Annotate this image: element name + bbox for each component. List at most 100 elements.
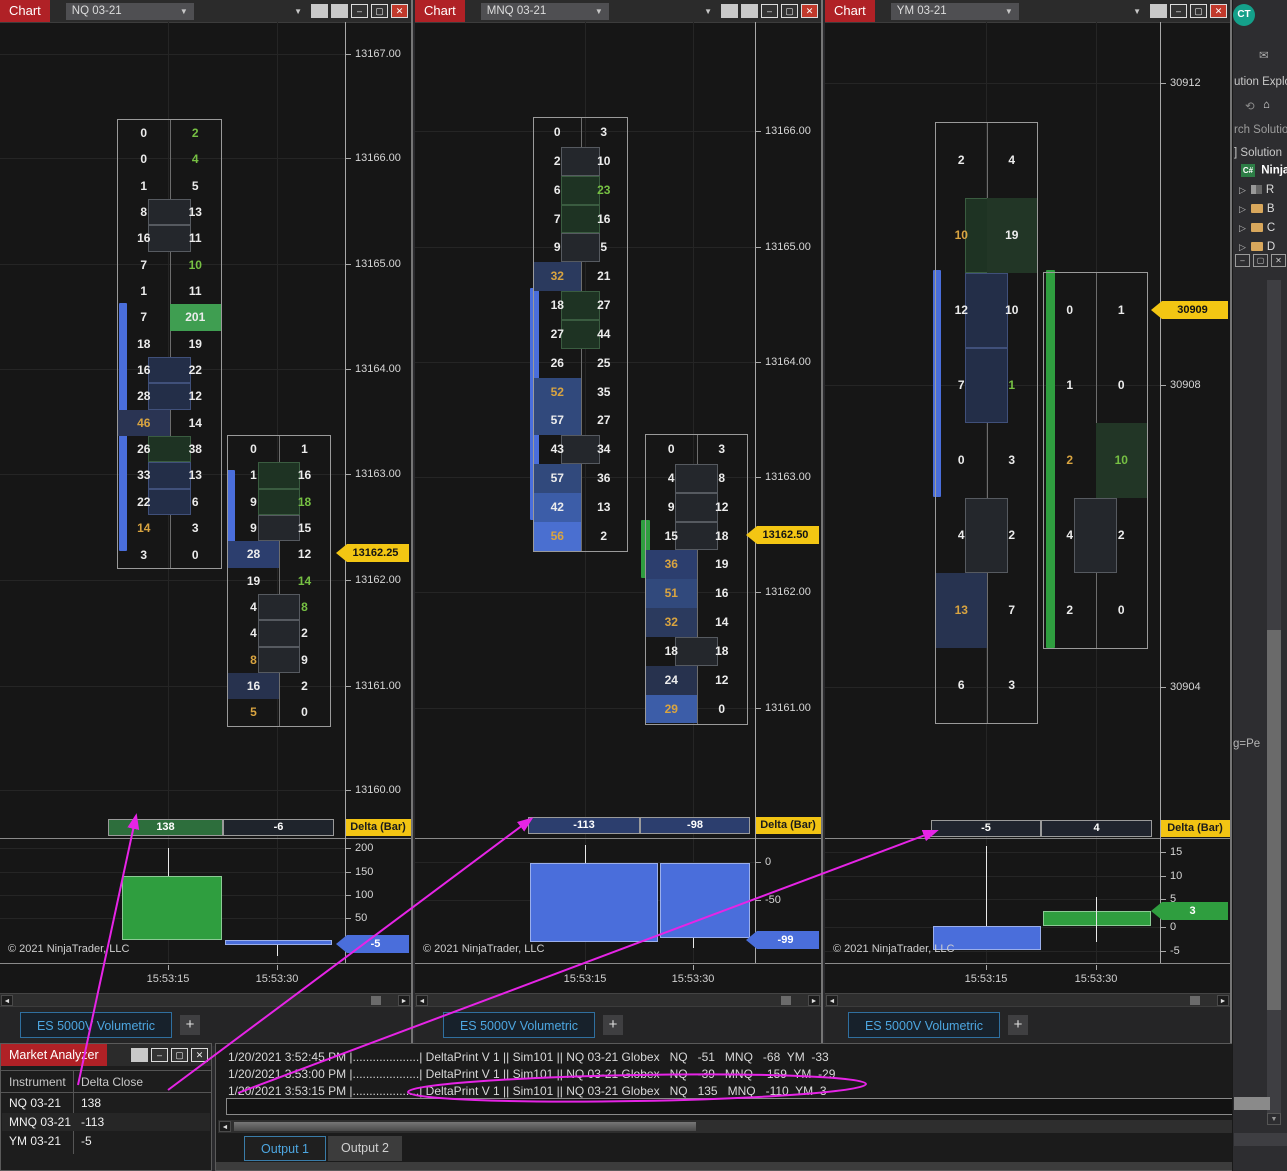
- add-tab-button[interactable]: +: [180, 1015, 200, 1035]
- instrument-dropdown[interactable]: MNQ 03-21 ▼: [480, 2, 609, 20]
- tab-es-5000v-volumetric[interactable]: ES 5000V Volumetric: [443, 1012, 595, 1038]
- footprint-bar: 2 4 10 19 12 10 7 1 0 3 4 2 13 7 6 3: [935, 122, 1038, 724]
- add-tab-button[interactable]: +: [603, 1015, 623, 1035]
- maximize-button[interactable]: ▢: [1190, 4, 1207, 18]
- footprint-row: 42 13: [534, 492, 627, 522]
- close-button[interactable]: ✕: [1271, 254, 1286, 267]
- footprint-row: 95: [534, 233, 627, 263]
- add-tab-button[interactable]: +: [1008, 1015, 1028, 1035]
- minimize-button[interactable]: –: [761, 4, 778, 18]
- delta-tick-label: 200: [355, 842, 374, 854]
- scrollbar-grip[interactable]: [1190, 996, 1200, 1005]
- column-header-instrument[interactable]: Instrument: [9, 1075, 66, 1089]
- close-button[interactable]: ✕: [391, 4, 408, 18]
- minimize-button[interactable]: –: [351, 4, 368, 18]
- scroll-left-icon[interactable]: ◄: [416, 995, 428, 1006]
- scrollbar-thumb[interactable]: [234, 1122, 696, 1131]
- tab-output-1[interactable]: Output 1: [244, 1136, 326, 1161]
- chart-menu-button[interactable]: Chart: [415, 0, 465, 22]
- axis-tick: [345, 918, 351, 919]
- tree-item[interactable]: ▷ C: [1239, 222, 1275, 234]
- footprint-row: 46 14: [118, 409, 221, 437]
- scroll-right-icon[interactable]: [1257, 1148, 1272, 1161]
- bid-volume: 46: [118, 409, 170, 437]
- scroll-left-icon[interactable]: ◄: [1, 995, 13, 1006]
- footprint-row: 2 10: [1044, 423, 1147, 498]
- close-button[interactable]: ✕: [191, 1048, 208, 1062]
- chart-hscrollbar[interactable]: ◄ ►: [0, 993, 411, 1007]
- resize-strip[interactable]: [216, 1162, 1286, 1170]
- tab-es-5000v-volumetric[interactable]: ES 5000V Volumetric: [20, 1012, 172, 1038]
- chart-hscrollbar[interactable]: ◄ ►: [415, 993, 821, 1007]
- scrollbar-thumb[interactable]: [1234, 1097, 1270, 1110]
- chart-plot-area[interactable]: 0 2 0 4 1 5 8 13 16 11 7 10 1 11 7 201 18 19 16 22 28 12 46 14 2…: [0, 22, 411, 994]
- minimize-button[interactable]: –: [1170, 4, 1187, 18]
- tab-es-5000v-volumetric[interactable]: ES 5000V Volumetric: [848, 1012, 1000, 1038]
- chart-hscrollbar[interactable]: ◄ ►: [825, 993, 1230, 1007]
- back-icon[interactable]: ⟲: [1245, 99, 1255, 113]
- footprint-row: 7 10: [118, 252, 221, 278]
- output-command-input[interactable]: [226, 1098, 1264, 1115]
- scroll-left-icon[interactable]: ◄: [219, 1121, 231, 1132]
- ct-badge[interactable]: CT: [1233, 4, 1255, 26]
- window-button[interactable]: [1150, 4, 1167, 18]
- tree-item[interactable]: ▷ D: [1239, 241, 1275, 253]
- chart-menu-button[interactable]: Chart: [825, 0, 875, 22]
- window-button[interactable]: [331, 4, 348, 18]
- home-icon[interactable]: ⌂: [1263, 99, 1270, 111]
- chart-menu-button[interactable]: Chart: [0, 0, 50, 22]
- bid-volume: 19: [246, 573, 261, 588]
- minimize-button[interactable]: –: [151, 1048, 168, 1062]
- close-button[interactable]: ✕: [801, 4, 818, 18]
- vertical-scrollbar[interactable]: [1267, 280, 1281, 1125]
- scrollbar-thumb[interactable]: [1267, 630, 1281, 1010]
- chart-plot-area[interactable]: 2 4 10 19 12 10 7 1 0 3 4 2 13 7 6 3 0 1 1 0 2 10 4 2 2 0 -5 4 Delta…: [825, 22, 1230, 994]
- tree-item[interactable]: ▷ B: [1239, 203, 1275, 215]
- ask-volume: 3: [600, 125, 608, 139]
- scrollbar-grip[interactable]: [371, 996, 381, 1005]
- chevron-down-icon[interactable]: ▼: [704, 7, 712, 16]
- project-node[interactable]: C# Ninja: [1241, 164, 1287, 177]
- close-button[interactable]: ✕: [1210, 4, 1227, 18]
- solution-node[interactable]: ] Solution: [1234, 147, 1282, 159]
- instrument-dropdown[interactable]: NQ 03-21 ▼: [65, 2, 194, 20]
- mail-icon[interactable]: ✉: [1259, 48, 1269, 62]
- scroll-down-icon[interactable]: ▼: [1267, 1113, 1281, 1125]
- ask-volume: 35: [597, 384, 611, 399]
- bid-volume: 32: [534, 262, 581, 292]
- bid-volume: 0: [140, 152, 148, 167]
- window-button[interactable]: [721, 4, 738, 18]
- maximize-button[interactable]: ▢: [371, 4, 388, 18]
- output-hscrollbar[interactable]: ◄ ►: [218, 1120, 1280, 1133]
- window-button[interactable]: [741, 4, 758, 18]
- scrollbar-grip[interactable]: [781, 996, 791, 1005]
- chevron-down-icon[interactable]: ▼: [294, 7, 302, 16]
- column-header-delta-close[interactable]: Delta Close: [81, 1075, 143, 1089]
- ask-volume: 27: [597, 298, 611, 313]
- scroll-right-icon[interactable]: ►: [808, 995, 820, 1006]
- scroll-right-icon[interactable]: ►: [1217, 995, 1229, 1006]
- expand-arrow-icon[interactable]: ▷: [1239, 204, 1246, 214]
- expand-arrow-icon[interactable]: ▷: [1239, 185, 1246, 195]
- maximize-button[interactable]: ▢: [171, 1048, 188, 1062]
- instrument-cell[interactable]: NQ 03-21: [9, 1096, 61, 1110]
- chart-plot-area[interactable]: 0 3 2 10 6 23 7 16 9 5 32 21 18 27 27 44 26 25 52 35 57 27 43 3…: [415, 22, 821, 994]
- scroll-left-icon[interactable]: ◄: [826, 995, 838, 1006]
- minimize-button[interactable]: –: [1235, 254, 1250, 267]
- maximize-button[interactable]: ▢: [1253, 254, 1268, 267]
- window-button[interactable]: [131, 1048, 148, 1062]
- horizontal-scrollbar[interactable]: [1234, 1133, 1287, 1146]
- instrument-dropdown[interactable]: YM 03-21 ▼: [890, 2, 1019, 20]
- expand-arrow-icon[interactable]: ▷: [1239, 242, 1246, 252]
- tab-output-2[interactable]: Output 2: [328, 1136, 402, 1161]
- search-solution-input[interactable]: rch Solutio: [1234, 124, 1287, 136]
- ask-volume: 5: [191, 178, 199, 193]
- maximize-button[interactable]: ▢: [781, 4, 798, 18]
- expand-arrow-icon[interactable]: ▷: [1239, 223, 1246, 233]
- scroll-right-icon[interactable]: ►: [398, 995, 410, 1006]
- tree-item[interactable]: ▷ R: [1239, 184, 1274, 196]
- window-button[interactable]: [311, 4, 328, 18]
- instrument-cell[interactable]: MNQ 03-21: [9, 1115, 71, 1129]
- chevron-down-icon[interactable]: ▼: [1133, 7, 1141, 16]
- instrument-cell[interactable]: YM 03-21: [9, 1134, 61, 1148]
